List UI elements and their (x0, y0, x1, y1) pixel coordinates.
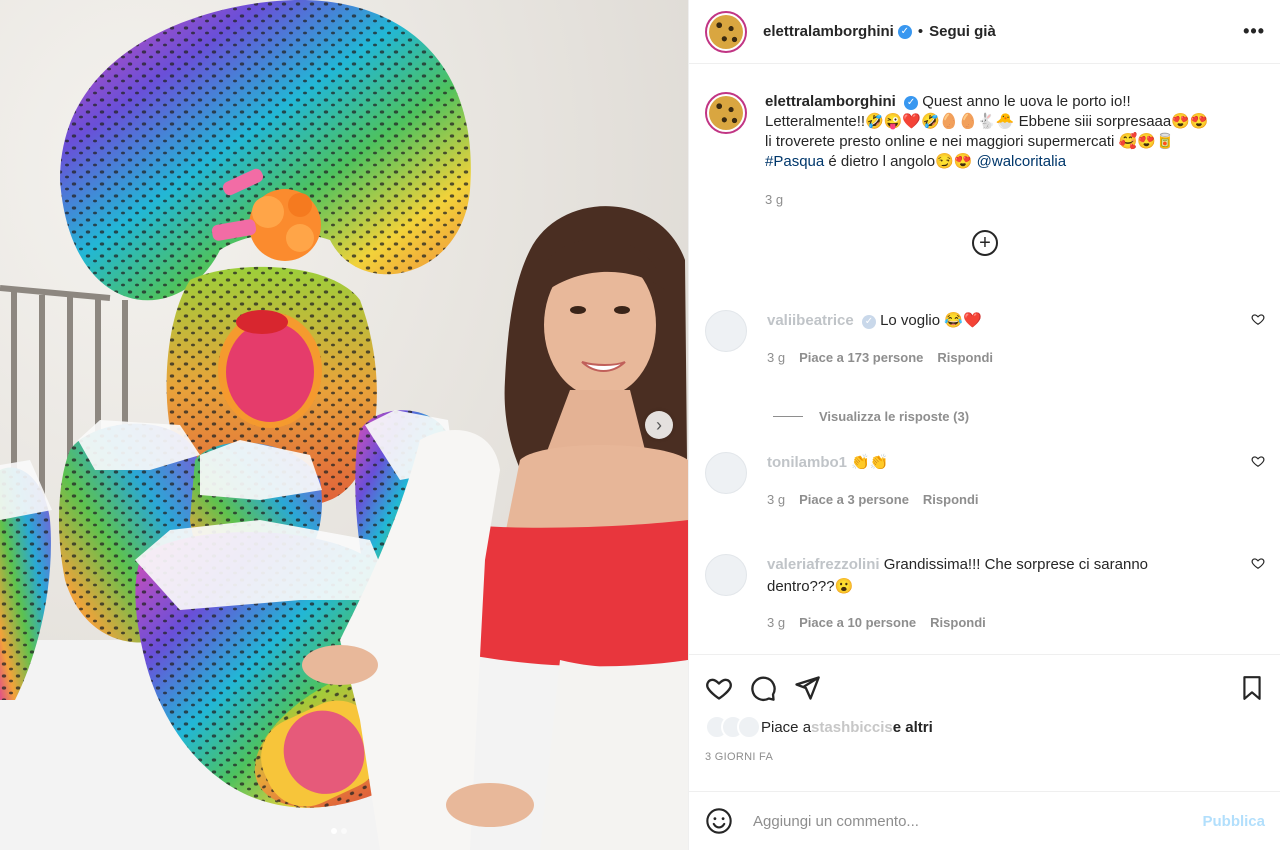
post-caption: elettralamborghini ✓ Quest anno le uova … (689, 64, 1280, 210)
commenter-avatar[interactable] (705, 452, 747, 494)
post-photo-illustration (0, 0, 688, 850)
comment-time: 3 g (767, 615, 786, 630)
caption-time: 3 g (765, 192, 784, 207)
view-replies-label: Visualizza le risposte (3) (819, 409, 970, 424)
chevron-right-icon: › (656, 414, 662, 435)
reply-button[interactable]: Rispondi (937, 350, 993, 365)
comment-body: Lo voglio 😂❤️ (880, 312, 982, 329)
plus-circle-icon[interactable]: + (972, 230, 998, 256)
share-paper-plane-icon[interactable] (793, 674, 821, 702)
emoji-icon[interactable] (705, 807, 733, 835)
caption-text: elettralamborghini ✓ Quest anno le uova … (765, 92, 1235, 210)
comment-time: 3 g (767, 492, 786, 507)
comment-text: valiibeatrice ✓ Lo voglio 😂❤️ (767, 310, 1207, 332)
comment-text: tonilambo1 👏👏 (767, 452, 1207, 474)
likes-prefix: Piace a (761, 718, 812, 736)
comment-likes[interactable]: Piace a 173 persone (799, 350, 923, 365)
more-options-icon[interactable]: ••• (1243, 21, 1265, 42)
comment-meta: 3 g Piace a 10 persone Rispondi (767, 615, 986, 630)
replies-divider-line (773, 416, 803, 417)
caption-username[interactable]: elettralamborghini (765, 93, 896, 110)
liker-username[interactable]: stashbiccis (811, 719, 893, 736)
author-username[interactable]: elettralamborghini (763, 23, 894, 40)
commenter-avatar[interactable] (705, 310, 747, 352)
like-comment-heart-icon[interactable] (1251, 312, 1265, 326)
caption-line-1: Quest anno le uova le porto io!! (922, 93, 1131, 110)
author-avatar[interactable] (705, 10, 747, 53)
like-heart-icon[interactable] (705, 674, 733, 702)
comment-text: valeriafrezzolini Grandissima!!! Che sor… (767, 554, 1207, 598)
comments-section[interactable]: elettralamborghini ✓ Quest anno le uova … (689, 64, 1280, 646)
save-bookmark-icon[interactable] (1239, 674, 1265, 702)
commenter-username[interactable]: valiibeatrice (767, 312, 854, 329)
comment-body: 👏👏 (851, 454, 889, 471)
likes-others[interactable]: e altri (893, 719, 933, 736)
commenter-avatar[interactable] (705, 554, 747, 596)
verified-badge-icon: ✓ (861, 315, 876, 329)
add-comment-bar: Pubblica (689, 791, 1280, 850)
load-more-comments[interactable]: + (689, 230, 1280, 256)
comment-meta: 3 g Piace a 3 persone Rispondi (767, 492, 979, 507)
reply-button[interactable]: Rispondi (923, 492, 979, 507)
comment-bubble-icon[interactable] (749, 674, 777, 702)
like-comment-heart-icon[interactable] (1251, 454, 1265, 468)
view-replies-button[interactable]: Visualizza le risposte (3) (773, 409, 969, 424)
post-panel: elettralamborghini ✓ • Segui già ••• ele… (688, 0, 1280, 850)
post-date: 3 GIORNI FA (705, 751, 774, 763)
likes-summary: Piace a stashbiccis e altri (705, 715, 1265, 739)
post-actions: Piace a stashbiccis e altri 3 GIORNI FA (689, 654, 1280, 763)
like-comment-heart-icon[interactable] (1251, 556, 1265, 570)
verified-badge-icon: ✓ (897, 24, 912, 39)
caption-line-4: é dietro l angolo😏😍 (824, 153, 977, 170)
caption-line-3: li troverete presto online e nei maggior… (765, 133, 1175, 150)
liker-avatars (705, 715, 761, 739)
post-header: elettralamborghini ✓ • Segui già ••• (689, 0, 1280, 64)
comment-likes[interactable]: Piace a 10 persone (799, 615, 916, 630)
separator-dot: • (917, 23, 924, 40)
commenter-username[interactable]: tonilambo1 (767, 454, 847, 471)
publish-button[interactable]: Pubblica (1202, 813, 1265, 830)
comment-time: 3 g (767, 350, 786, 365)
caption-line-2: Letteralmente!!🤣😜❤️🤣🥚🥚🐇🐣 Ebbene siii sor… (765, 113, 1209, 130)
caption-avatar[interactable] (705, 92, 747, 134)
action-icons-row (705, 655, 1265, 721)
carousel-indicator (331, 828, 347, 834)
comment-meta: 3 g Piace a 173 persone Rispondi (767, 350, 993, 365)
post-image[interactable]: › (0, 0, 688, 850)
comment-likes[interactable]: Piace a 3 persone (799, 492, 909, 507)
reply-button[interactable]: Rispondi (930, 615, 986, 630)
hashtag-link[interactable]: #Pasqua (765, 153, 824, 170)
comment-input[interactable] (751, 811, 1203, 831)
carousel-dot (341, 828, 347, 834)
follow-status-button[interactable]: Segui già (929, 23, 996, 40)
verified-badge-icon: ✓ (904, 96, 919, 110)
commenter-username[interactable]: valeriafrezzolini (767, 556, 880, 573)
mention-link[interactable]: @walcoritalia (977, 153, 1066, 170)
next-image-button[interactable]: › (645, 411, 673, 439)
carousel-dot-active (331, 828, 337, 834)
